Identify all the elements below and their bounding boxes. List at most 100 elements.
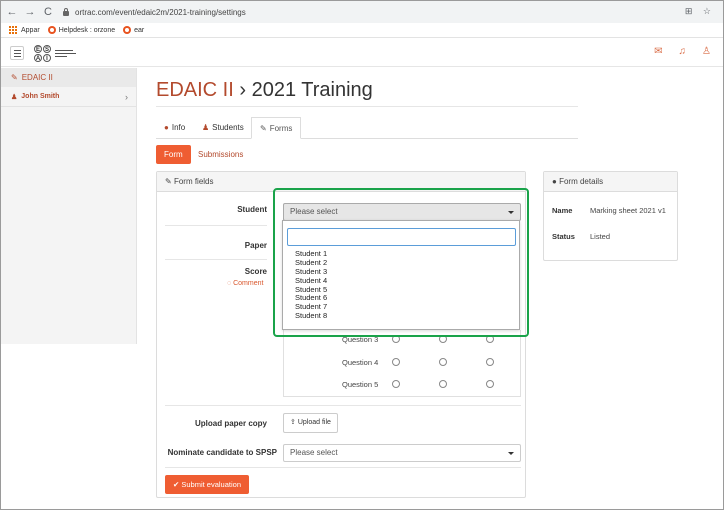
submit-evaluation-button[interactable]: ✔ Submit evaluation [165,475,249,494]
upload-button-label: Upload file [297,419,331,426]
back-arrow-icon[interactable]: ← [5,6,19,18]
score-label: Score [244,267,267,276]
mail-icon[interactable]: ✉ [654,46,662,57]
page-title-text: 2021 Training [251,79,373,101]
upload-file-button[interactable]: ⇪ Upload file [283,413,338,433]
score-radio[interactable] [392,380,400,388]
chevron-right-icon: › [125,91,128,102]
forward-arrow-icon[interactable]: → [23,6,37,18]
question-label: Question 4 [342,358,379,367]
question-row: Question 3 [284,333,522,347]
detail-value: Marking sheet 2021 v1 [590,206,666,215]
detail-key: Status [552,232,575,241]
url-field[interactable]: ortrac.com/event/edaic2m/2021-training/s… [63,7,246,17]
user-icon: ♟ [11,93,18,101]
browser-address-bar: ← → C ortrac.com/event/edaic2m/2021-trai… [1,1,723,23]
form-details-panel: ● Form details Name Marking sheet 2021 v1… [543,171,678,261]
tab-students[interactable]: ♟ Students [194,117,252,139]
sidebar-item-label: EDAIC II [21,73,53,82]
score-radio[interactable] [486,380,494,388]
score-question-table: Question 3 Question 4 Question 5 [283,330,521,397]
panel-heading-text: Form fields [173,177,214,186]
tab-label: Forms [269,124,293,133]
tab-label: Students [212,123,244,132]
question-row: Question 5 [284,378,522,392]
paper-label: Paper [244,241,267,250]
edit-icon: ✎ [165,177,174,186]
form-fields-heading: ✎ Form fields [157,172,525,192]
row-divider [165,405,521,406]
bell-icon[interactable]: ♫ [679,46,687,57]
upload-icon: ⇪ [290,419,298,426]
score-radio[interactable] [392,335,400,343]
bookmark-helpdesk[interactable]: Helpdesk : orzone [59,27,115,34]
bookmark-ear[interactable]: ear [134,27,144,34]
info-icon: ● [552,177,560,186]
nominate-label: Nominate candidate to SPSP [167,448,277,457]
detail-key: Name [552,206,573,215]
dropdown-search-input[interactable] [287,228,516,246]
bookmark-appar[interactable]: Appar [21,27,40,34]
logo: ESAI ▬▬▬▬▬▬ ▬▬▬▬▬▬▬ ▬▬▬▬ [34,45,81,62]
dropdown-option[interactable]: Student 8 [295,311,327,321]
row-divider [165,467,521,468]
form-details-heading: ● Form details [544,172,677,192]
detail-status-row: Status Listed [552,232,610,241]
tab-label: Info [171,123,186,132]
row-divider [165,259,267,260]
student-select[interactable]: Please select [283,203,521,221]
comment-link[interactable]: ◌ Comment [227,280,263,287]
sidebar: ✎ EDAIC II ♟ John Smith › [1,68,137,344]
score-radio[interactable] [392,358,400,366]
score-radio[interactable] [486,335,494,343]
app-header: ESAI ▬▬▬▬▬▬ ▬▬▬▬▬▬▬ ▬▬▬▬ ✉ ♫ ♙ [1,39,723,67]
score-radio[interactable] [439,380,447,388]
tab-forms[interactable]: ✎ Forms [251,117,302,139]
pill-submissions[interactable]: Submissions [190,145,251,164]
sidebar-item-user[interactable]: ♟ John Smith › [1,87,136,107]
tab-bar: ● Info ♟ Students ✎ Forms [156,117,578,139]
upload-label: Upload paper copy [194,419,267,428]
question-row: Question 4 [284,356,522,370]
logo-mark-icon: ESAI [34,45,51,62]
row-divider [165,225,267,226]
edit-icon: ✎ [11,73,18,82]
ear-favicon-icon [123,26,132,34]
apps-grid-icon[interactable] [9,26,17,34]
score-radio[interactable] [439,358,447,366]
hamburger-menu-icon[interactable] [10,46,24,60]
score-radio[interactable] [486,358,494,366]
translate-icon[interactable]: ⊞ [685,6,693,16]
student-select-value: Please select [290,207,338,216]
score-radio[interactable] [439,335,447,343]
info-icon: ● [164,123,169,132]
helpdesk-favicon-icon [47,26,56,34]
student-dropdown: Student 1 Student 2 Student 3 Student 4 … [282,220,520,330]
user-icon[interactable]: ♙ [702,46,711,57]
lock-icon [63,7,69,16]
comment-link-text: Comment [233,280,264,287]
bookmark-star-icon[interactable]: ☆ [703,6,711,16]
detail-name-row: Name Marking sheet 2021 v1 [552,206,666,215]
submit-button-label: Submit evaluation [181,480,241,489]
tab-info[interactable]: ● Info [156,117,193,139]
panel-heading-text: Form details [559,177,604,186]
nominate-select[interactable]: Please select [283,444,521,462]
sidebar-item-edaic[interactable]: ✎ EDAIC II [1,68,136,87]
url-text: ortrac.com/event/edaic2m/2021-training/s… [75,7,246,17]
caret-down-icon [508,211,514,214]
caret-down-icon [508,452,514,455]
breadcrumb-link[interactable]: EDAIC II [156,79,234,101]
logo-text-icon: ▬▬▬▬▬▬ ▬▬▬▬▬▬▬ ▬▬▬▬ [55,48,76,58]
student-label: Student [237,205,267,214]
question-label: Question 3 [342,335,379,344]
users-icon: ♟ [202,123,210,132]
question-label: Question 5 [342,380,379,389]
header-actions: ✉ ♫ ♙ [654,46,711,57]
pill-form[interactable]: Form [156,145,191,164]
page-title: EDAIC II › 2021 Training [156,79,373,102]
breadcrumb-separator: › [233,79,252,101]
reload-icon[interactable]: C [41,6,55,18]
browser-actions: ⊞ ☆ [677,6,711,17]
edit-icon: ✎ [260,124,267,133]
